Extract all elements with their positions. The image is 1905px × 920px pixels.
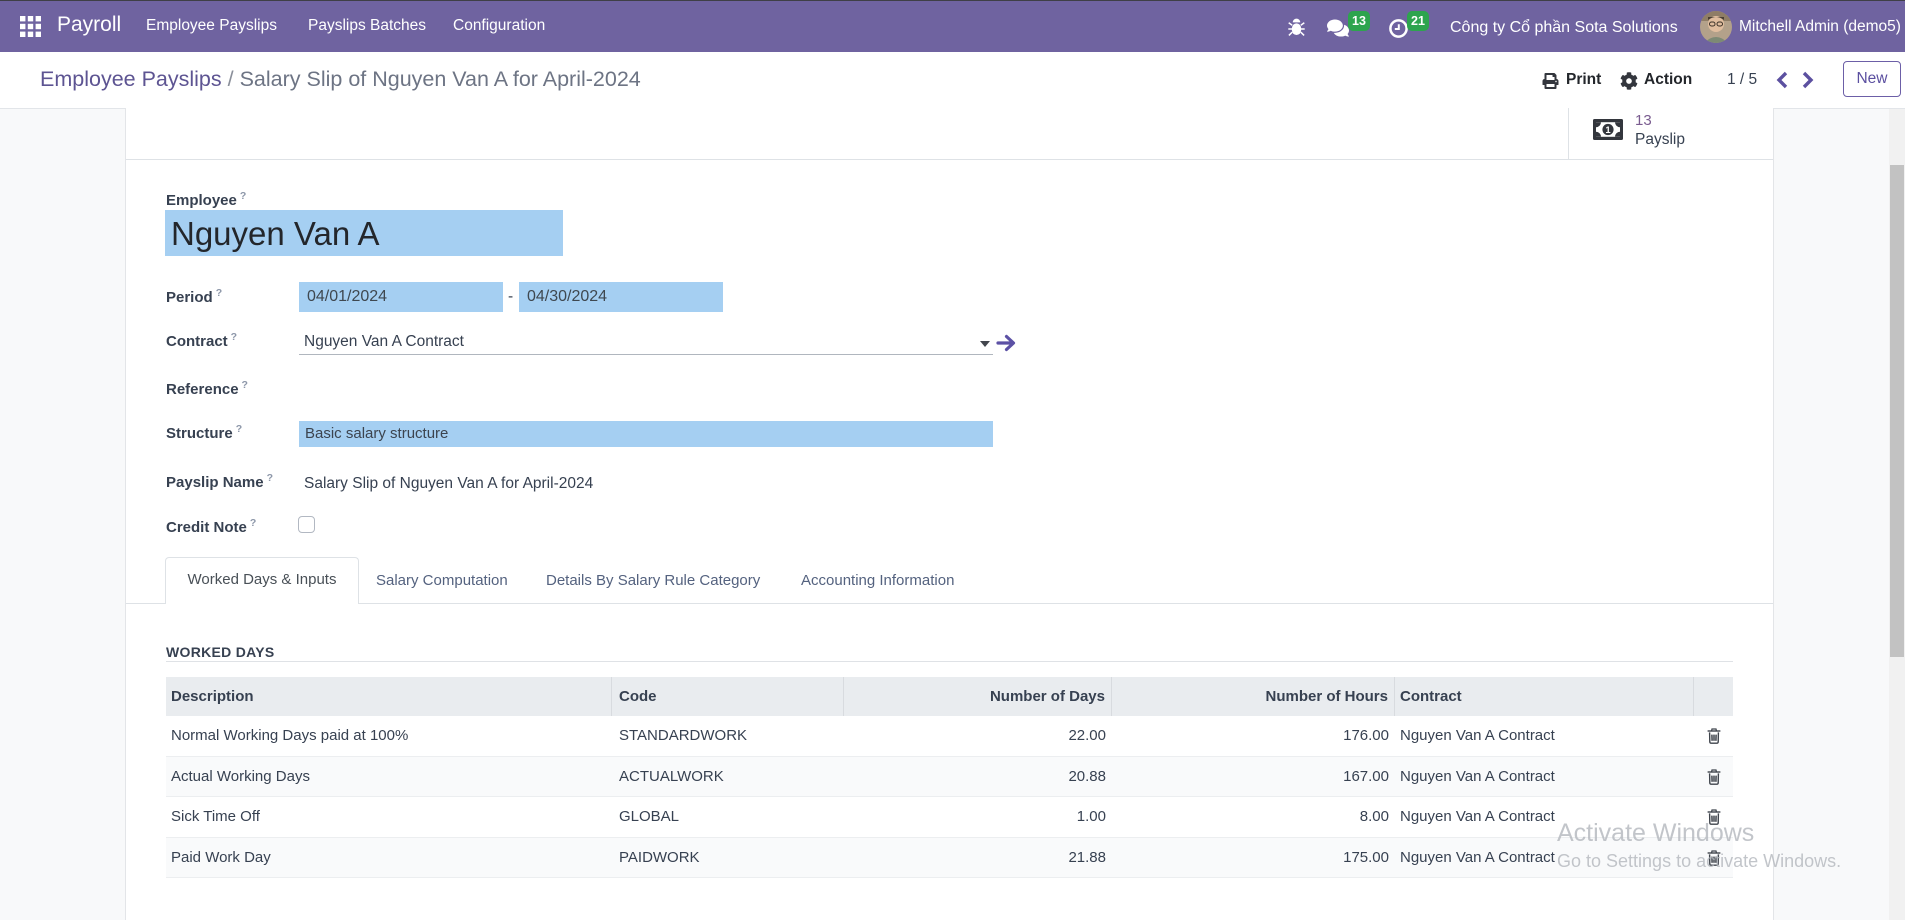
svg-text:1: 1 <box>1605 125 1611 136</box>
